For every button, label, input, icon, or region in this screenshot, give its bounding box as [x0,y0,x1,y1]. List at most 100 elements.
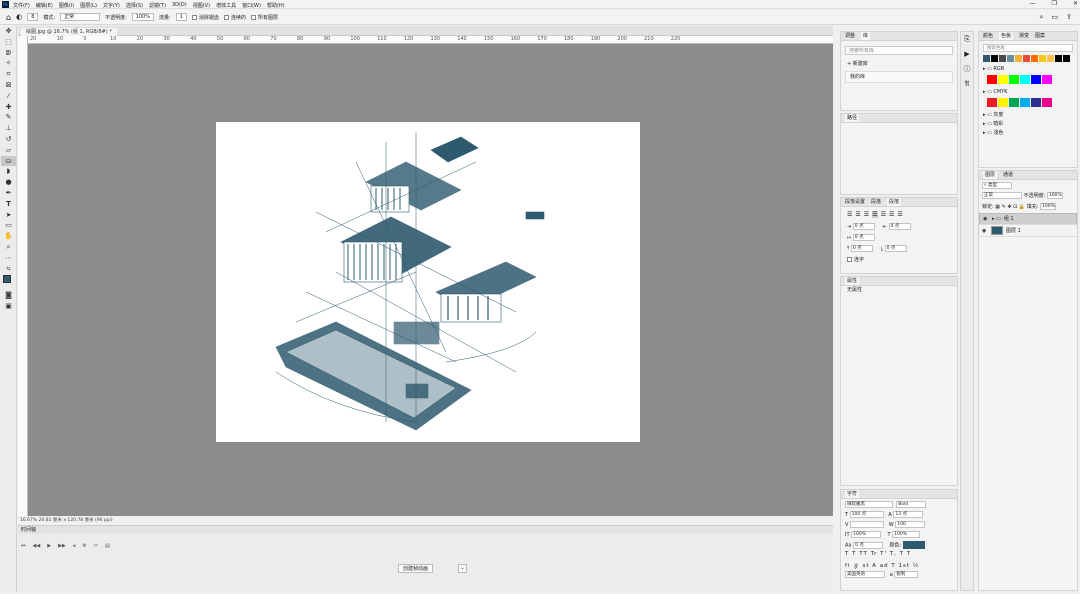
font-size-input[interactable]: 100 点 [849,511,884,518]
maximize-icon[interactable]: ❐ [1052,0,1057,7]
visibility-eye-icon[interactable]: ◉ [983,216,989,223]
layer-filter-select[interactable]: ⌕ 类型 [982,182,1012,189]
flow-input[interactable]: 1 [175,13,187,21]
swatches-search-input[interactable]: 搜索色板 [983,44,1073,52]
fill-input[interactable]: 100% [1040,203,1057,210]
lasso-tool-icon[interactable]: ↁ [1,48,16,59]
blend-mode-select[interactable]: 正常 [982,192,1022,199]
panel-tab[interactable]: 段落 [871,198,881,206]
menu-item-2[interactable]: 图像(I) [59,2,74,9]
share-icon[interactable]: ⇪ [1066,13,1072,22]
panel-tab[interactable]: 属性 [845,277,860,285]
justify-right-icon[interactable]: ☰ [889,211,894,218]
contiguous-checkbox[interactable]: 连续的 [223,14,246,21]
color-swatches-icon[interactable] [1,274,16,290]
menu-item-11[interactable]: 帮助(H) [267,2,285,9]
default-colors-icon[interactable]: ⇆ [1,264,16,275]
healing-tool-icon[interactable]: ✚ [1,102,16,113]
next-frame-icon[interactable]: ▶▶ [58,543,66,549]
panel-tab[interactable]: 图层 [983,171,998,179]
swatch[interactable] [1042,75,1052,84]
menu-item-6[interactable]: 滤镜(T) [149,2,166,9]
blur-tool-icon[interactable]: ◗ [1,166,16,177]
menu-item-7[interactable]: 3D(D) [172,2,187,9]
language-select[interactable]: 美国英语 [845,571,885,578]
prev-frame-icon[interactable]: ◀◀ [33,543,41,549]
smooth-checkbox[interactable]: 消除锯齿 [191,14,219,21]
panel-tab[interactable]: 段落设置 [845,198,865,206]
stamp-tool-icon[interactable]: ⊥ [1,123,16,134]
render-icon[interactable]: ▤ [105,543,110,549]
workspace-icon[interactable]: ▭ [1052,13,1059,22]
swatch-group[interactable]: ▸ ▭ 暗彩 [979,120,1077,129]
layer-row[interactable]: ◉ ▸ ▭ 组 1 [979,213,1077,225]
play-icon[interactable]: ▶ [47,543,51,549]
history-icon[interactable]: ⎘ [961,32,973,47]
opacity-input[interactable]: 100% [131,13,155,21]
first-indent-input[interactable]: 0 点 [852,234,875,241]
horizontal-scale-input[interactable]: 100% [892,531,921,538]
menu-item-1[interactable]: 编辑(E) [36,2,53,9]
swatch[interactable] [1020,75,1030,84]
swatch-group[interactable]: ▸ ▭ 灰度 [979,111,1077,120]
justify-left-icon[interactable]: ☰ [872,211,878,218]
swatch[interactable] [1031,55,1038,62]
baseline-input[interactable]: 0 点 [853,541,884,549]
swatch-group[interactable]: ▸ ▭ 浅色 [979,129,1077,138]
panel-tab[interactable]: 颜色 [983,32,993,40]
more-tools-icon[interactable]: ⋯ [1,253,16,264]
document-canvas[interactable] [216,122,640,442]
panel-tab[interactable]: 渐变 [1019,32,1029,40]
right-indent-input[interactable]: 0 点 [888,223,911,230]
opentype-buttons[interactable]: fi ℊ st A ad T 1st ½ [845,561,953,571]
swatch[interactable] [1023,55,1030,62]
swatch[interactable] [987,98,997,107]
paint-bucket-tool-icon[interactable]: ⛀ [1,155,16,167]
quick-mask-icon[interactable]: ◙ [1,290,16,301]
justify-all-icon[interactable]: ☰ [897,211,902,218]
screen-mode-icon[interactable]: ▣ [1,301,16,312]
text-color-swatch[interactable] [902,541,925,549]
rectangle-tool-icon[interactable]: ▭ [1,220,16,231]
tracking-input[interactable]: 100 [895,521,926,528]
panel-tab[interactable]: 字符 [845,490,860,498]
panel-tab[interactable]: 库 [861,32,871,40]
swatch[interactable] [1063,55,1070,62]
magic-wand-tool-icon[interactable]: ✧ [1,58,16,69]
glyphs-icon[interactable]: 𝔄 [961,77,973,92]
swatch[interactable] [991,55,998,62]
swatch[interactable] [1020,98,1030,107]
antialias-select[interactable]: 锐利 [894,571,919,578]
panel-tab[interactable]: 路径 [845,114,860,122]
swatch[interactable] [998,98,1008,107]
space-after-input[interactable]: 0 点 [884,245,907,252]
swatch[interactable] [1031,98,1041,107]
justify-center-icon[interactable]: ☰ [881,211,886,218]
layer-row[interactable]: ◉ 图层 1 [979,225,1077,237]
panel-tab[interactable]: 通道 [1003,171,1013,179]
transition-icon[interactable]: ✂ [94,543,98,549]
create-frame-animation-button[interactable]: 创建帧动画 [398,564,434,573]
menu-item-3[interactable]: 图层(L) [80,2,97,9]
swatch[interactable] [998,75,1008,84]
swatch[interactable] [999,55,1006,62]
create-dropdown-icon[interactable]: ⌄ [458,564,467,573]
search-icon[interactable]: ⌕ [1040,13,1044,22]
settings-icon[interactable]: ⚙ [82,543,86,549]
visibility-eye-icon[interactable]: ◉ [982,228,988,234]
audio-icon[interactable]: ◂ [73,543,76,549]
tool-preset-icon[interactable]: ◐ [16,13,22,21]
eraser-tool-icon[interactable]: ▱ [1,145,16,156]
swatch-group[interactable]: ▸ ▭ RGB [979,65,1077,74]
new-library-button[interactable]: + 新建库 [841,60,957,69]
hyphenate-checkbox[interactable]: 连字 [847,256,951,265]
swatch[interactable] [1009,98,1019,107]
left-indent-input[interactable]: 0 点 [852,223,875,230]
swatch[interactable] [987,75,997,84]
close-icon[interactable]: ✕ [1073,0,1078,7]
crop-tool-icon[interactable]: ⌗ [1,69,16,80]
pen-tool-icon[interactable]: ✒ [1,188,16,199]
swatch[interactable] [1009,75,1019,84]
swatch[interactable] [1039,55,1046,62]
minimize-icon[interactable]: — [1030,0,1036,7]
